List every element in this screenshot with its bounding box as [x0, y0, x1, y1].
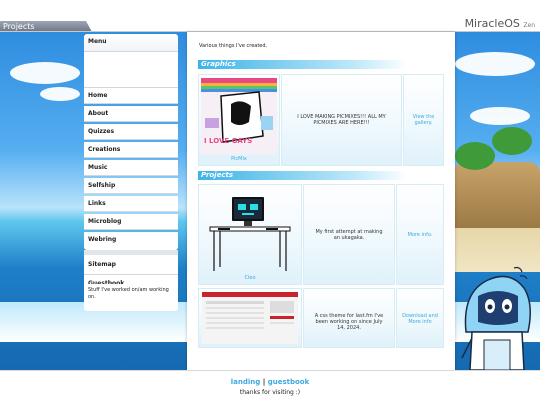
- title-bar: Projects MiracleOS Zen: [0, 0, 540, 32]
- footer-links: landing | guestbook: [0, 378, 540, 386]
- sidebar-item-about[interactable]: About: [84, 106, 178, 122]
- project-description-theme: A css theme for last.fm I've been workin…: [314, 313, 384, 331]
- project-link-cell: Download and More info: [396, 288, 444, 348]
- section-title-projects: Projects: [198, 171, 408, 180]
- brand-logo: MiracleOS Zen: [465, 17, 535, 30]
- project-thumb-cell[interactable]: [198, 288, 302, 348]
- footer-separator: |: [262, 378, 266, 386]
- sidebar-item-webring[interactable]: Webring: [84, 232, 178, 250]
- project-description-cleo: My first attempt at making an ukagaka.: [315, 229, 383, 241]
- project-link-cell: More info.: [396, 184, 444, 285]
- project-desc-cell: My first attempt at making an ukagaka.: [303, 184, 395, 285]
- project-desc-cell: A css theme for last.fm I've been workin…: [303, 288, 395, 348]
- more-info-link[interactable]: More info.: [397, 232, 443, 238]
- graphics-thumb-cell[interactable]: I LOVE GAYS PicMix: [198, 74, 280, 166]
- cloud-shape: [455, 52, 535, 76]
- download-more-info-link[interactable]: Download and More info: [397, 313, 443, 325]
- intro-text: Various things I've created.: [199, 43, 268, 49]
- cloud-shape: [40, 87, 80, 101]
- view-gallery-link[interactable]: View the gallery.: [404, 114, 443, 126]
- lastfm-theme-thumbnail[interactable]: [202, 292, 298, 344]
- sidebar-item-home[interactable]: Home: [84, 88, 178, 104]
- palm-tree-icon: [455, 142, 495, 170]
- picmix-text: I LOVE GAYS: [204, 137, 253, 145]
- section-title-graphics: Graphics: [198, 60, 408, 69]
- landing-link[interactable]: landing: [231, 378, 261, 386]
- menu-title: Menu: [84, 34, 178, 52]
- footer: landing | guestbook thanks for visiting …: [0, 370, 540, 406]
- menu-spacer: [84, 52, 178, 88]
- cloud-shape: [10, 62, 80, 84]
- brand-name: MiracleOS: [464, 17, 520, 30]
- brand-sub: Zen: [523, 22, 535, 29]
- graphics-caption[interactable]: PicMix: [199, 156, 279, 162]
- graphics-link-cell: View the gallery.: [403, 74, 444, 166]
- sidebar-item-links[interactable]: Links: [84, 196, 178, 212]
- sidebar-item-microblog[interactable]: Microblog: [84, 214, 178, 230]
- sidebar-item-sitemap[interactable]: Sitemap: [84, 255, 178, 275]
- footer-thanks: thanks for visiting :): [239, 389, 301, 396]
- project-caption-cleo[interactable]: Cleo: [199, 275, 301, 281]
- main-content: Various things I've created. Graphics I …: [187, 32, 455, 370]
- cleo-thumbnail[interactable]: [206, 191, 296, 273]
- project-thumb-cell[interactable]: Cleo: [198, 184, 302, 285]
- guestbook-link[interactable]: guestbook: [268, 378, 310, 386]
- sidebar-note: Stuff I've worked on/am working on.: [84, 284, 178, 308]
- sidebar-item-music[interactable]: Music: [84, 160, 178, 176]
- graphics-description: I LOVE MAKING PICMIXES!!! ALL MY PICMIXE…: [297, 114, 386, 126]
- graphics-desc-cell: I LOVE MAKING PICMIXES!!! ALL MY PICMIXE…: [281, 74, 402, 166]
- mascot-character: [461, 266, 531, 370]
- cloud-shape: [470, 107, 530, 125]
- sidebar-item-creations[interactable]: Creations: [84, 142, 178, 158]
- sidebar-item-selfship[interactable]: Selfship: [84, 178, 178, 194]
- palm-tree-icon: [492, 127, 532, 155]
- sidebar-item-quizzes[interactable]: Quizzes: [84, 124, 178, 140]
